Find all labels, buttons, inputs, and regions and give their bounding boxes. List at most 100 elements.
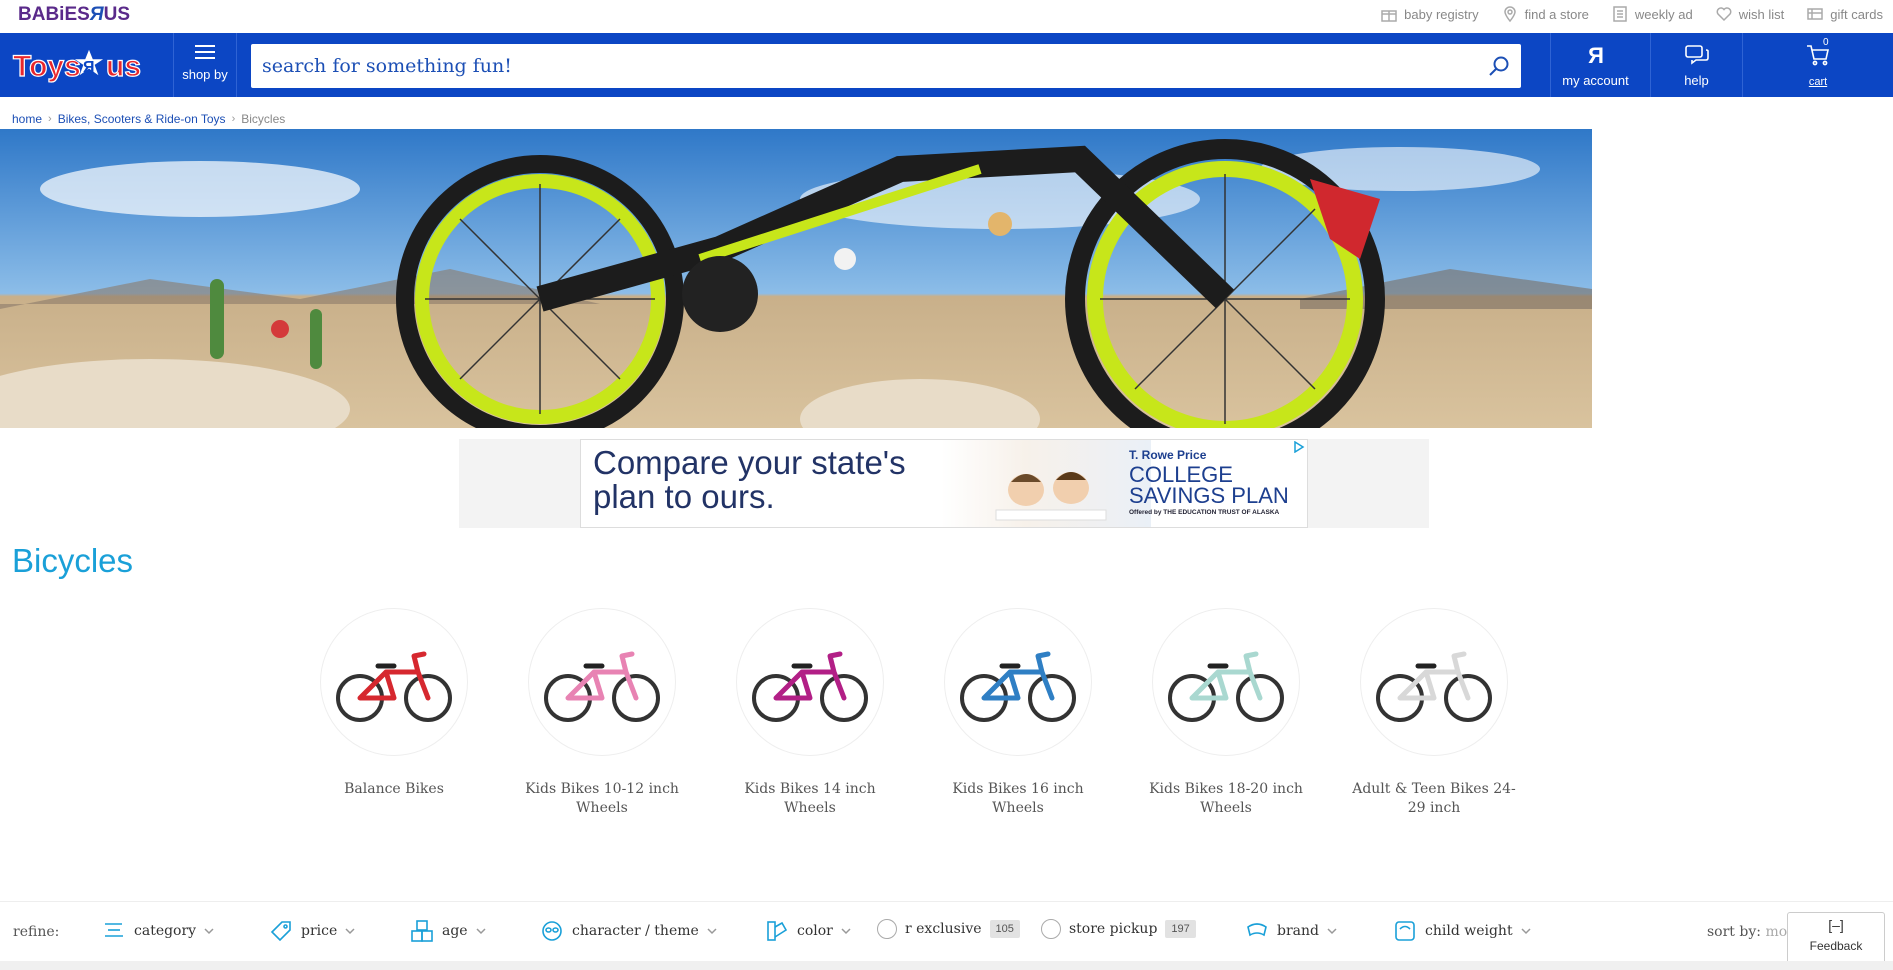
weekly-ad-link[interactable]: weekly ad	[1611, 5, 1693, 23]
breadcrumb-parent[interactable]: Bikes, Scooters & Ride-on Toys	[58, 112, 226, 126]
college-savings-ad[interactable]: Compare your state's plan to ours. T. Ro…	[580, 439, 1308, 528]
chevron-down-icon	[345, 928, 355, 935]
category-image	[736, 608, 884, 756]
feedback-button[interactable]: [–] Feedback	[1787, 912, 1885, 966]
r-exclusive-radio[interactable]	[877, 919, 897, 939]
bike-frame	[357, 651, 431, 701]
category-icon	[105, 923, 123, 937]
search-input[interactable]	[251, 44, 1477, 88]
ad-container: Compare your state's plan to ours. T. Ro…	[459, 439, 1429, 528]
utility-bar: BABiESЯUS baby registry find a store wee…	[0, 0, 1893, 33]
help-button[interactable]: help	[1650, 33, 1742, 97]
main-header: Toys Я us shop by Я my account help 0 ca…	[0, 33, 1893, 97]
map-pin-icon	[1503, 6, 1516, 23]
category-image	[528, 608, 676, 756]
ad-headline: Compare your state's plan to ours.	[593, 444, 906, 515]
feedback-icon: [–]	[1828, 917, 1844, 933]
svg-text:Я: Я	[1588, 43, 1604, 68]
filter-store-pickup[interactable]: store pickup 197	[1041, 919, 1196, 939]
category-tiles: Balance Bikes Kids Bikes 10-12 inch Whee…	[290, 608, 1538, 818]
search-icon	[1489, 56, 1509, 76]
category-tile[interactable]: Kids Bikes 14 inch Wheels	[706, 608, 914, 818]
category-image	[944, 608, 1092, 756]
svg-text:us: us	[106, 50, 141, 83]
category-image	[1152, 608, 1300, 756]
adchoices-icon[interactable]	[1293, 441, 1305, 453]
search-bar	[251, 44, 1521, 88]
cart-button[interactable]: 0 cart	[1742, 33, 1893, 97]
breadcrumb-current: Bicycles	[241, 112, 286, 126]
babies-r-us-logo[interactable]: BABiESЯUS	[18, 4, 130, 26]
filter-price[interactable]: price	[269, 919, 355, 943]
filter-color[interactable]: color	[765, 919, 851, 943]
menu-icon	[195, 45, 215, 59]
bike-frame	[773, 651, 847, 701]
ad-brand-block: T. Rowe Price COLLEGE SAVINGS PLAN Offer…	[1129, 448, 1289, 516]
my-account-button[interactable]: Я my account	[1550, 33, 1640, 97]
gift-card-icon	[1807, 8, 1823, 20]
chevron-down-icon	[204, 928, 214, 935]
utility-links: baby registry find a store weekly ad wis…	[1380, 5, 1883, 23]
chevron-right-icon: ›	[231, 113, 236, 125]
category-label: Kids Bikes 18-20 inch Wheels	[1149, 781, 1303, 816]
brand-icon	[1247, 923, 1267, 937]
category-tile[interactable]: Kids Bikes 18-20 inch Wheels	[1122, 608, 1330, 818]
category-label: Adult & Teen Bikes 24-29 inch	[1352, 781, 1516, 816]
search-button[interactable]	[1477, 44, 1521, 88]
baby-registry-link[interactable]: baby registry	[1380, 5, 1479, 23]
svg-text:Я: Я	[83, 59, 95, 76]
wish-list-link[interactable]: wish list	[1715, 5, 1784, 23]
filter-character-theme[interactable]: character / theme	[540, 919, 717, 943]
filter-child-weight[interactable]: child weight	[1393, 919, 1531, 943]
mask-icon	[542, 921, 562, 941]
scale-icon	[1395, 921, 1415, 941]
page-title: Bicycles	[12, 542, 134, 579]
chevron-down-icon	[476, 928, 486, 935]
category-tile[interactable]: Adult & Teen Bikes 24-29 inch	[1330, 608, 1538, 818]
chevron-down-icon	[707, 928, 717, 935]
bottom-strip	[0, 961, 1893, 970]
breadcrumb-home[interactable]: home	[12, 112, 42, 126]
toys-r-us-logo-image: Toys Я us	[12, 48, 142, 84]
heart-icon	[1716, 7, 1732, 22]
category-tile[interactable]: Balance Bikes	[290, 608, 498, 818]
category-label: Kids Bikes 16 inch Wheels	[952, 781, 1084, 816]
ad-children-image	[941, 440, 1151, 527]
breadcrumb: home › Bikes, Scooters & Ride-on Toys › …	[12, 112, 285, 126]
refine-bar: refine: category price age character / t…	[0, 901, 1893, 961]
toys-r-us-logo[interactable]: Toys Я us	[0, 33, 172, 97]
bike-frame	[1397, 651, 1471, 701]
chat-bubbles-icon	[1684, 45, 1709, 65]
filter-r-exclusive[interactable]: r exclusive 105	[877, 919, 1020, 939]
gift-icon	[1381, 10, 1397, 22]
svg-text:Toys: Toys	[13, 50, 81, 83]
store-pickup-radio[interactable]	[1041, 919, 1061, 939]
filter-age[interactable]: age	[410, 919, 486, 943]
category-image	[320, 608, 468, 756]
shop-by-button[interactable]: shop by	[173, 33, 237, 97]
category-label: Balance Bikes	[344, 781, 444, 797]
bike-frame	[1189, 651, 1263, 701]
hero-banner	[0, 129, 1592, 428]
category-tile[interactable]: Kids Bikes 10-12 inch Wheels	[498, 608, 706, 818]
chevron-down-icon	[1327, 928, 1337, 935]
chevron-right-icon: ›	[48, 113, 52, 125]
category-label: Kids Bikes 10-12 inch Wheels	[525, 781, 679, 816]
swatch-icon	[767, 921, 788, 941]
gift-cards-link[interactable]: gift cards	[1806, 5, 1883, 23]
find-a-store-link[interactable]: find a store	[1501, 5, 1589, 23]
hero-bicycle-image	[0, 129, 1592, 428]
price-tag-icon	[270, 921, 291, 942]
category-image	[1360, 608, 1508, 756]
count-badge: 197	[1165, 920, 1196, 938]
filter-brand[interactable]: brand	[1245, 919, 1337, 943]
count-badge: 105	[989, 920, 1020, 938]
filter-category[interactable]: category	[102, 919, 214, 943]
document-icon	[1613, 6, 1627, 22]
blocks-icon	[411, 920, 433, 942]
category-tile[interactable]: Kids Bikes 16 inch Wheels	[914, 608, 1122, 818]
refine-label: refine:	[13, 924, 60, 940]
category-label: Kids Bikes 14 inch Wheels	[744, 781, 876, 816]
chevron-down-icon	[1521, 928, 1531, 935]
bike-frame	[981, 651, 1055, 701]
